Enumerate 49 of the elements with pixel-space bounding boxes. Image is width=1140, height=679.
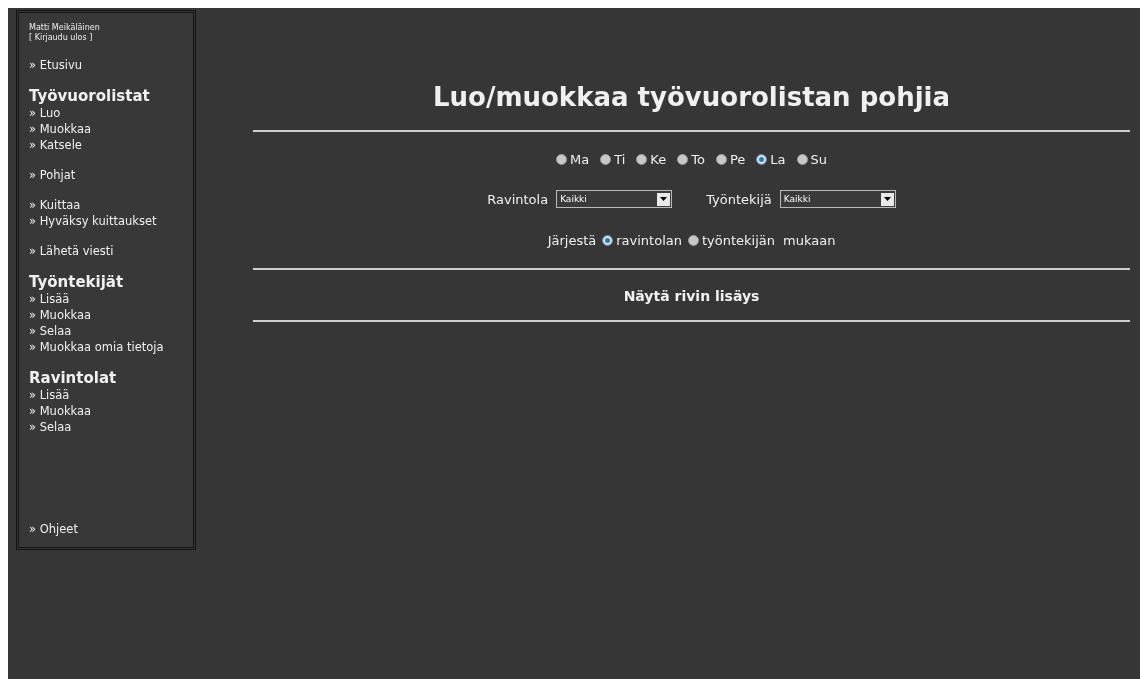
day-label: Ke [650,151,667,169]
filter-label: Työntekijä [706,190,772,209]
nav-link[interactable]: » Etusivu [29,57,83,73]
radio-button[interactable] [687,235,699,247]
dropdown[interactable]: Kaikki [556,190,673,209]
day-label: Su [810,151,827,169]
radio-button[interactable] [600,154,612,166]
day-label: To [691,151,705,169]
nav-link[interactable]: » Muokkaa [29,307,92,323]
caret-icon [657,192,671,206]
nav-link[interactable]: » Selaa [29,323,72,339]
radio-button[interactable] [796,154,808,166]
dropdown[interactable]: Kaikki [779,190,896,209]
nav-link[interactable]: » Muokkaa [29,403,92,419]
radio-button[interactable] [636,154,648,166]
nav-link[interactable]: » Hyväksy kuittaukset [29,213,157,229]
section-heading: Työvuorolistat [29,87,151,105]
radio-button[interactable] [756,154,768,166]
nav-link[interactable]: » Lisää [29,291,70,307]
page-title: Luo/muokkaa työvuorolistan pohjia [432,81,951,114]
nav-link[interactable]: » Katsele [29,137,82,153]
logout-link[interactable]: [ Kirjaudu ulos ] [29,33,93,43]
nav-link[interactable]: » Ohjeet [29,521,78,537]
section-heading: Ravintolat [29,369,118,387]
radio-button[interactable] [556,154,567,166]
sort-label: Järjestä [547,232,597,250]
radio-button[interactable] [715,154,727,166]
nav-link[interactable]: » Lähetä viesti [29,243,114,259]
nav-link[interactable]: » Pohjat [29,167,76,183]
user-name: Matti Meikäläinen [29,23,101,33]
day-label: Ma [570,151,590,169]
sort-suffix: mukaan [783,232,836,250]
nav-link[interactable]: » Selaa [29,419,72,435]
sort-option-label: työntekijän [701,232,775,250]
show-row-add-link[interactable]: Näytä rivin lisäys [623,285,760,306]
day-label: Pe [729,151,746,169]
nav-link[interactable]: » Luo [29,105,61,121]
nav-link[interactable]: » Muokkaa omia tietoja [29,339,164,355]
sort-option-label: ravintolan [616,232,682,250]
radio-button[interactable] [602,235,614,247]
section-heading: Työntekijät [29,273,125,291]
day-label: Ti [614,151,626,169]
filter-label: Ravintola [487,190,549,209]
caret-icon [880,192,894,206]
nav-link[interactable]: » Kuittaa [29,197,81,213]
nav-link[interactable]: » Muokkaa [29,121,92,137]
nav-link[interactable]: » Lisää [29,387,70,403]
day-label: La [770,151,786,169]
radio-button[interactable] [677,154,689,166]
